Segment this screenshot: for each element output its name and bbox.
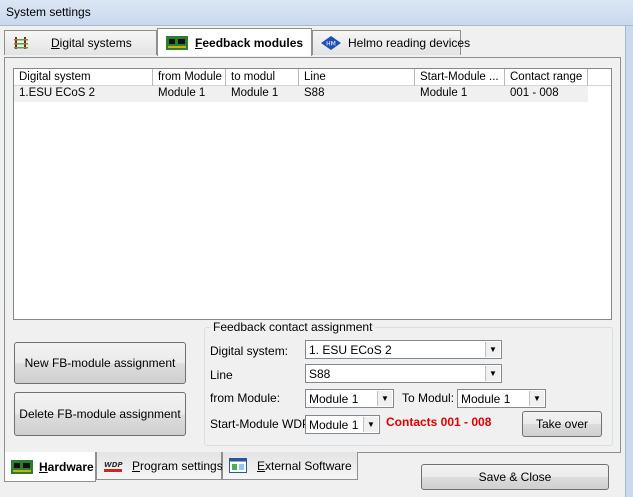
tab-helmo-reading-devices-label: Helmo reading devices	[348, 36, 471, 50]
assignment-list[interactable]: Digital system from Module to modul Line…	[13, 68, 612, 320]
title-bar: System settings	[0, 0, 633, 26]
track-icon	[14, 37, 28, 49]
delete-fb-module-assignment-button[interactable]: Delete FB-module assignment	[14, 392, 186, 436]
tab-external-software[interactable]: External Software	[222, 452, 358, 480]
tab-external-software-label: xternal Software	[265, 458, 352, 473]
window-title: System settings	[6, 5, 91, 19]
take-over-button[interactable]: Take over	[522, 411, 602, 437]
circuit-board-icon	[166, 35, 188, 50]
cell-digital-system: 1.ESU ECoS 2	[19, 87, 96, 99]
column-header-contact-range[interactable]: Contact range	[505, 69, 588, 86]
cell-line: S88	[304, 87, 325, 99]
window-frame-right	[625, 26, 633, 497]
svg-text:WDP: WDP	[104, 461, 123, 469]
list-header: Digital system from Module to modul Line…	[14, 69, 611, 86]
tab-hardware-mnemonic: H	[39, 459, 48, 474]
column-header-line[interactable]: Line	[299, 69, 415, 86]
column-header-from-module[interactable]: from Module	[153, 69, 226, 86]
digital-system-select[interactable]: 1. ESU ECoS 2 ▼	[305, 340, 502, 359]
table-row[interactable]: 1.ESU ECoS 2 Module 1 Module 1 S88 Modul…	[14, 86, 588, 102]
chevron-down-icon: ▼	[377, 391, 392, 406]
tab-feedback-modules-label: eedback modules	[202, 35, 304, 50]
new-fb-module-assignment-button[interactable]: New FB-module assignment	[14, 342, 186, 384]
cell-start-module: Module 1	[420, 87, 468, 99]
column-header-to-modul[interactable]: to modul	[226, 69, 299, 86]
cell-to-modul: Module 1	[231, 87, 279, 99]
start-module-wdp-select[interactable]: Module 1 ▼	[305, 415, 380, 434]
tab-program-settings-label: rogram settings	[140, 458, 223, 473]
chevron-down-icon: ▼	[485, 342, 500, 357]
tab-hardware-label: ardware	[47, 459, 94, 474]
from-module-label: from Module:	[210, 391, 281, 405]
tab-program-settings-mnemonic: P	[132, 458, 141, 473]
chevron-down-icon: ▼	[485, 366, 500, 381]
chevron-down-icon: ▼	[363, 417, 378, 432]
chevron-down-icon: ▼	[529, 391, 544, 406]
tab-hardware[interactable]: Hardware	[4, 452, 96, 482]
to-modul-value: Module 1	[461, 392, 511, 406]
digital-system-label: Digital system:	[210, 344, 289, 358]
group-title: Feedback contact assignment	[210, 320, 376, 334]
tab-digital-systems-mnemonic: D	[51, 36, 60, 50]
start-module-wdp-label: Start-Module WDP:	[210, 417, 314, 431]
svg-text:HM: HM	[326, 41, 336, 48]
window-icon	[229, 458, 247, 473]
save-close-button[interactable]: Save & Close	[421, 464, 609, 490]
tab-helmo-reading-devices[interactable]: HM Helmo reading devices	[312, 30, 470, 55]
line-value: S88	[309, 367, 331, 381]
feedback-modules-pane: Digital system from Module to modul Line…	[4, 57, 621, 453]
helmo-icon: HM	[321, 36, 341, 50]
tab-digital-systems[interactable]: Digital systems	[4, 30, 157, 55]
tab-external-software-mnemonic: E	[257, 458, 266, 473]
circuit-board-icon	[11, 459, 33, 474]
to-modul-select[interactable]: Module 1 ▼	[457, 389, 546, 408]
from-module-select[interactable]: Module 1 ▼	[305, 389, 394, 408]
cell-contact-range: 001 - 008	[510, 87, 559, 99]
tab-program-settings[interactable]: WDP Program settings	[96, 452, 223, 480]
wdp-icon: WDP	[104, 461, 123, 472]
tab-feedback-modules[interactable]: Feedback modules	[157, 28, 312, 56]
to-modul-label: To Modul:	[402, 391, 455, 405]
column-header-digital-system[interactable]: Digital system	[14, 69, 153, 86]
cell-from-module: Module 1	[158, 87, 206, 99]
contacts-range-text: Contacts 001 - 008	[386, 415, 492, 429]
line-label: Line	[210, 368, 233, 382]
digital-system-value: 1. ESU ECoS 2	[309, 343, 392, 357]
tab-digital-systems-label: igital systems	[59, 36, 132, 50]
from-module-value: Module 1	[309, 392, 359, 406]
column-header-start-module[interactable]: Start-Module ...	[415, 69, 505, 86]
line-select[interactable]: S88 ▼	[305, 364, 502, 383]
start-module-wdp-value: Module 1	[309, 418, 359, 432]
